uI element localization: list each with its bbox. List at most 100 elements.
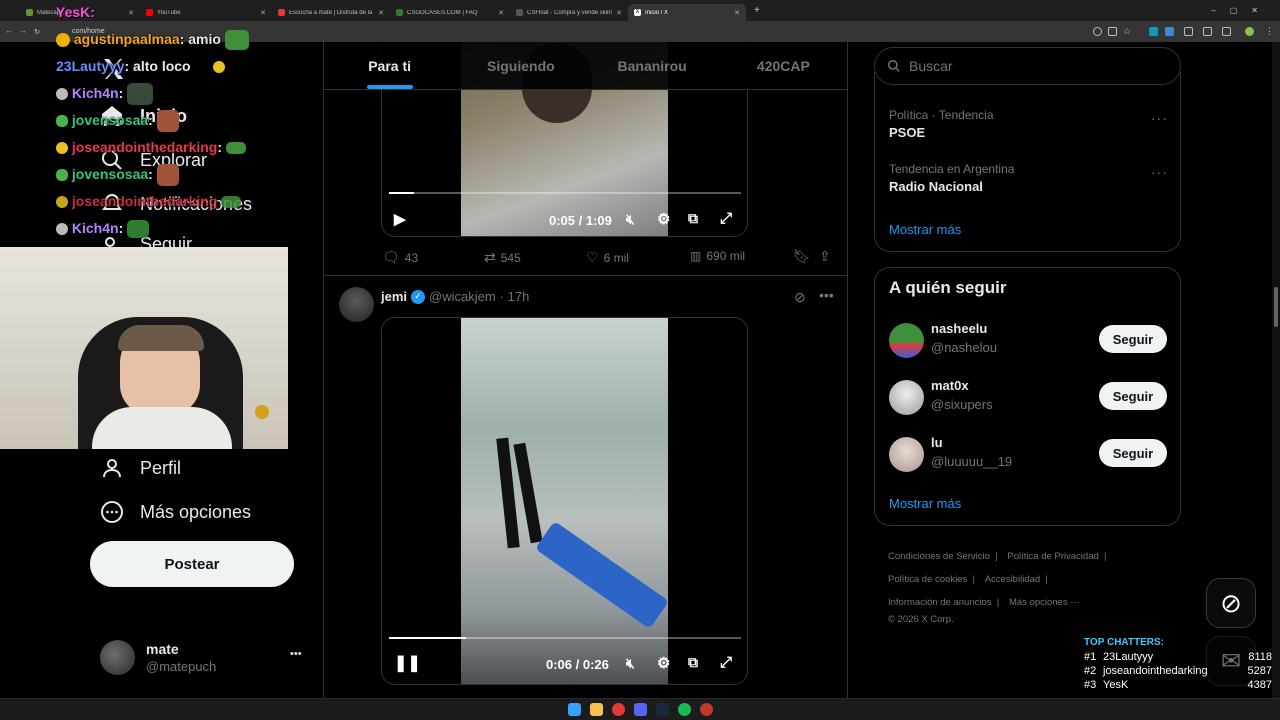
- close-icon[interactable]: ✕: [616, 9, 622, 17]
- follow-button[interactable]: Seguir: [1099, 325, 1167, 353]
- mute-icon[interactable]: 🔇︎: [626, 655, 635, 672]
- scrollbar-thumb[interactable]: [1274, 287, 1278, 327]
- like-button[interactable]: ♡ 6 mil: [586, 249, 629, 266]
- downloads-icon[interactable]: [1184, 27, 1193, 36]
- follow-button[interactable]: Seguir: [1099, 439, 1167, 467]
- account-switcher[interactable]: mate @matepuch •••: [100, 638, 310, 678]
- windows-start-icon[interactable]: [568, 703, 581, 716]
- profile-avatar[interactable]: [1245, 27, 1254, 36]
- menu-kebab-icon[interactable]: ⋮: [1265, 27, 1274, 36]
- mute-icon[interactable]: 🔇︎: [626, 211, 635, 228]
- footer-link[interactable]: Condiciones de Servicio: [888, 551, 990, 562]
- repost-button[interactable]: ⇄ 545: [484, 249, 521, 266]
- trend-item[interactable]: Política · Tendencia PSOE: [889, 108, 994, 140]
- tab-bananirou[interactable]: Bananirou: [587, 42, 718, 89]
- play-icon[interactable]: ▶: [394, 210, 406, 228]
- tweet-timestamp[interactable]: · 17h: [500, 289, 530, 304]
- avatar: [889, 323, 924, 358]
- badge-icon: [56, 115, 68, 128]
- sidebar-item-perfil[interactable]: Perfil: [100, 456, 181, 480]
- tab-youtube[interactable]: YouTube ✕: [140, 4, 272, 21]
- close-icon[interactable]: ✕: [128, 9, 134, 17]
- chatter-name: joseandointhedarking: [1103, 665, 1208, 677]
- file-explorer-icon[interactable]: [590, 703, 603, 716]
- more-icon[interactable]: •••: [290, 648, 302, 660]
- close-icon[interactable]: ✕: [260, 9, 266, 17]
- who-to-follow-card: A quién seguir nasheelu @nashelou Seguir…: [874, 267, 1181, 526]
- pause-icon[interactable]: ❚❚: [394, 653, 421, 673]
- chatter-rank: #3: [1084, 679, 1097, 691]
- post-button[interactable]: Postear: [90, 541, 294, 587]
- more-icon[interactable]: ···: [1151, 164, 1168, 180]
- back-icon[interactable]: ←: [4, 28, 14, 35]
- trend-item[interactable]: Tendencia en Argentina Radio Nacional: [889, 162, 1014, 194]
- grok-button[interactable]: ⊘: [1206, 578, 1256, 628]
- views-button[interactable]: ▥ 690 mil: [690, 249, 745, 263]
- extension-icon[interactable]: [1165, 27, 1174, 36]
- more-icon[interactable]: •••: [819, 287, 834, 303]
- forward-icon[interactable]: →: [18, 28, 28, 35]
- settings-icon[interactable]: ⚙: [657, 210, 670, 228]
- window-controls[interactable]: –▢✕: [1211, 6, 1272, 15]
- reply-button[interactable]: 🗨︎ 43: [382, 249, 418, 266]
- new-tab-button[interactable]: +: [754, 5, 760, 16]
- copyright: © 2026 X Corp.: [888, 614, 954, 625]
- sidepanel-icon[interactable]: [1222, 27, 1231, 36]
- share-icon[interactable]: ⇪: [819, 248, 831, 265]
- chat-username: agustinpaalmaa: [73, 31, 180, 47]
- video-progress-track[interactable]: [389, 637, 741, 639]
- tweet-author-handle[interactable]: @wicakjem: [429, 289, 496, 304]
- spotify-icon[interactable]: [678, 703, 691, 716]
- reload-icon[interactable]: ↻: [32, 28, 42, 36]
- avatar[interactable]: [339, 287, 374, 322]
- follow-suggestion[interactable]: nasheelu @nashelou Seguir: [889, 321, 1169, 361]
- zoom-icon[interactable]: [1093, 27, 1102, 36]
- tab-siguiendo[interactable]: Siguiendo: [455, 42, 586, 89]
- footer-link[interactable]: Información de anuncios: [888, 597, 992, 608]
- close-icon[interactable]: ✕: [734, 9, 740, 17]
- settings-icon[interactable]: ⚙: [657, 654, 670, 672]
- close-icon[interactable]: ✕: [378, 9, 384, 17]
- sidebar-item-mas-opciones[interactable]: Más opciones: [100, 500, 251, 524]
- footer-link[interactable]: Política de Privacidad: [1007, 551, 1098, 562]
- tab-csgocases[interactable]: CSGOCASES.COM | FAQ ✕: [390, 4, 510, 21]
- fullscreen-icon[interactable]: ⤢: [720, 654, 732, 671]
- show-more-link[interactable]: Mostrar más: [889, 222, 961, 237]
- steam-icon[interactable]: [656, 703, 669, 716]
- app-icon[interactable]: [700, 703, 713, 716]
- chat-message: Kich4n:: [56, 80, 316, 107]
- extension-icon[interactable]: [1149, 27, 1158, 36]
- tab-para-ti[interactable]: Para ti: [324, 42, 455, 89]
- cast-icon[interactable]: [1108, 27, 1117, 36]
- bookmark-icon[interactable]: 🔖︎: [793, 248, 811, 265]
- footer-link[interactable]: Más opciones ···: [1009, 597, 1080, 608]
- pip-icon[interactable]: ⧉: [688, 654, 698, 671]
- pepe-emote-icon: [225, 142, 246, 155]
- fullscreen-icon[interactable]: ⤢: [720, 210, 732, 227]
- tab-420cap[interactable]: 420CAP: [718, 42, 847, 89]
- chrome-icon[interactable]: [612, 703, 625, 716]
- video-progress-track[interactable]: [389, 192, 741, 194]
- tab-csfloat[interactable]: CSFloat - Compra y vende skins ✕: [510, 4, 628, 21]
- pip-icon[interactable]: ⧉: [688, 210, 698, 227]
- scrollbar[interactable]: [1272, 42, 1280, 698]
- badge-icon: [56, 169, 68, 182]
- more-icon[interactable]: ···: [1151, 110, 1168, 126]
- tab-escucha[interactable]: Escucha a mate | Disfruta de la ✕: [272, 4, 390, 21]
- bookmark-star-icon[interactable]: ☆: [1123, 27, 1132, 36]
- grok-icon[interactable]: ⊘: [794, 289, 806, 306]
- video-player[interactable]: ❚❚ 0:06 / 0:26 🔇︎ ⚙ ⧉ ⤢: [381, 317, 748, 685]
- tweet-author-name[interactable]: jemi: [381, 289, 407, 304]
- reply-icon: 🗨︎: [382, 249, 400, 265]
- footer-link[interactable]: Política de cookies: [888, 574, 967, 585]
- show-more-link[interactable]: Mostrar más: [889, 496, 961, 511]
- follow-suggestion[interactable]: lu @luuuuu__19 Seguir: [889, 435, 1169, 475]
- extensions-puzzle-icon[interactable]: [1203, 27, 1212, 36]
- webcam-overlay: [0, 247, 288, 449]
- follow-button[interactable]: Seguir: [1099, 382, 1167, 410]
- close-icon[interactable]: ✕: [498, 9, 504, 17]
- tab-inicio-x[interactable]: X Inicio / X ✕: [628, 4, 746, 21]
- footer-link[interactable]: Accesibilidad: [985, 574, 1040, 585]
- discord-icon[interactable]: [634, 703, 647, 716]
- follow-suggestion[interactable]: mat0x @sixupers Seguir: [889, 378, 1169, 418]
